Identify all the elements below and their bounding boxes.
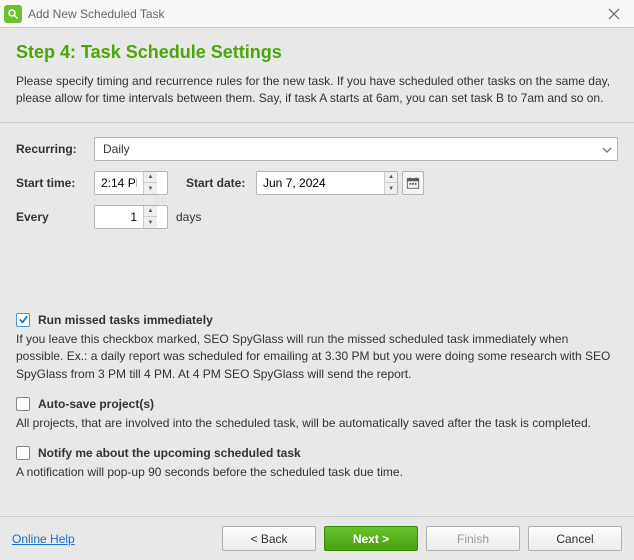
step-title: Step 4: Task Schedule Settings bbox=[16, 42, 618, 63]
step-description: Please specify timing and recurrence rul… bbox=[16, 73, 618, 108]
header: Step 4: Task Schedule Settings Please sp… bbox=[0, 28, 634, 123]
start-time-input[interactable]: ▲ ▼ bbox=[94, 171, 168, 195]
calendar-button[interactable] bbox=[402, 171, 424, 195]
spin-down-icon[interactable]: ▼ bbox=[144, 217, 157, 228]
time-spinner[interactable]: ▲ ▼ bbox=[143, 172, 157, 194]
run-missed-label: Run missed tasks immediately bbox=[38, 313, 213, 327]
every-input[interactable]: ▲ ▼ bbox=[94, 205, 168, 229]
recurring-select[interactable]: Daily bbox=[94, 137, 618, 161]
online-help-link[interactable]: Online Help bbox=[12, 532, 75, 546]
every-spinner[interactable]: ▲ ▼ bbox=[143, 206, 157, 228]
auto-save-checkbox[interactable] bbox=[16, 397, 30, 411]
spin-up-icon[interactable]: ▲ bbox=[144, 172, 157, 184]
calendar-icon bbox=[406, 176, 420, 190]
footer: Online Help < Back Next > Finish Cancel bbox=[0, 516, 634, 560]
run-missed-desc: If you leave this checkbox marked, SEO S… bbox=[16, 331, 618, 383]
notify-checkbox[interactable] bbox=[16, 446, 30, 460]
spin-up-icon[interactable]: ▲ bbox=[144, 206, 157, 218]
start-date-label: Start date: bbox=[186, 176, 256, 190]
start-time-label: Start time: bbox=[16, 176, 94, 190]
start-date-field[interactable] bbox=[257, 172, 384, 194]
next-button[interactable]: Next > bbox=[324, 526, 418, 551]
finish-button: Finish bbox=[426, 526, 520, 551]
cancel-button[interactable]: Cancel bbox=[528, 526, 622, 551]
notify-desc: A notification will pop-up 90 seconds be… bbox=[16, 464, 618, 481]
start-time-field[interactable] bbox=[95, 172, 143, 194]
option-notify: Notify me about the upcoming scheduled t… bbox=[16, 446, 618, 481]
every-field[interactable] bbox=[95, 206, 143, 228]
options-area: Run missed tasks immediately If you leav… bbox=[0, 305, 634, 506]
spin-down-icon[interactable]: ▼ bbox=[144, 183, 157, 194]
window-title: Add New Scheduled Task bbox=[28, 7, 600, 21]
app-icon bbox=[4, 5, 22, 23]
auto-save-label: Auto-save project(s) bbox=[38, 397, 154, 411]
close-button[interactable] bbox=[600, 3, 628, 25]
notify-label: Notify me about the upcoming scheduled t… bbox=[38, 446, 301, 460]
auto-save-desc: All projects, that are involved into the… bbox=[16, 415, 618, 432]
spin-down-icon[interactable]: ▼ bbox=[385, 183, 397, 194]
every-label: Every bbox=[16, 210, 94, 224]
every-unit: days bbox=[176, 210, 201, 224]
recurring-label: Recurring: bbox=[16, 142, 94, 156]
start-date-input[interactable]: ▲ ▼ bbox=[256, 171, 398, 195]
spin-up-icon[interactable]: ▲ bbox=[385, 172, 397, 184]
option-run-missed: Run missed tasks immediately If you leav… bbox=[16, 313, 618, 383]
option-auto-save: Auto-save project(s) All projects, that … bbox=[16, 397, 618, 432]
back-button[interactable]: < Back bbox=[222, 526, 316, 551]
form-area: Recurring: Daily Start time: ▲ ▼ Start d… bbox=[0, 123, 634, 305]
date-spinner[interactable]: ▲ ▼ bbox=[384, 172, 397, 194]
run-missed-checkbox[interactable] bbox=[16, 313, 30, 327]
recurring-value: Daily bbox=[94, 137, 618, 161]
titlebar: Add New Scheduled Task bbox=[0, 0, 634, 28]
